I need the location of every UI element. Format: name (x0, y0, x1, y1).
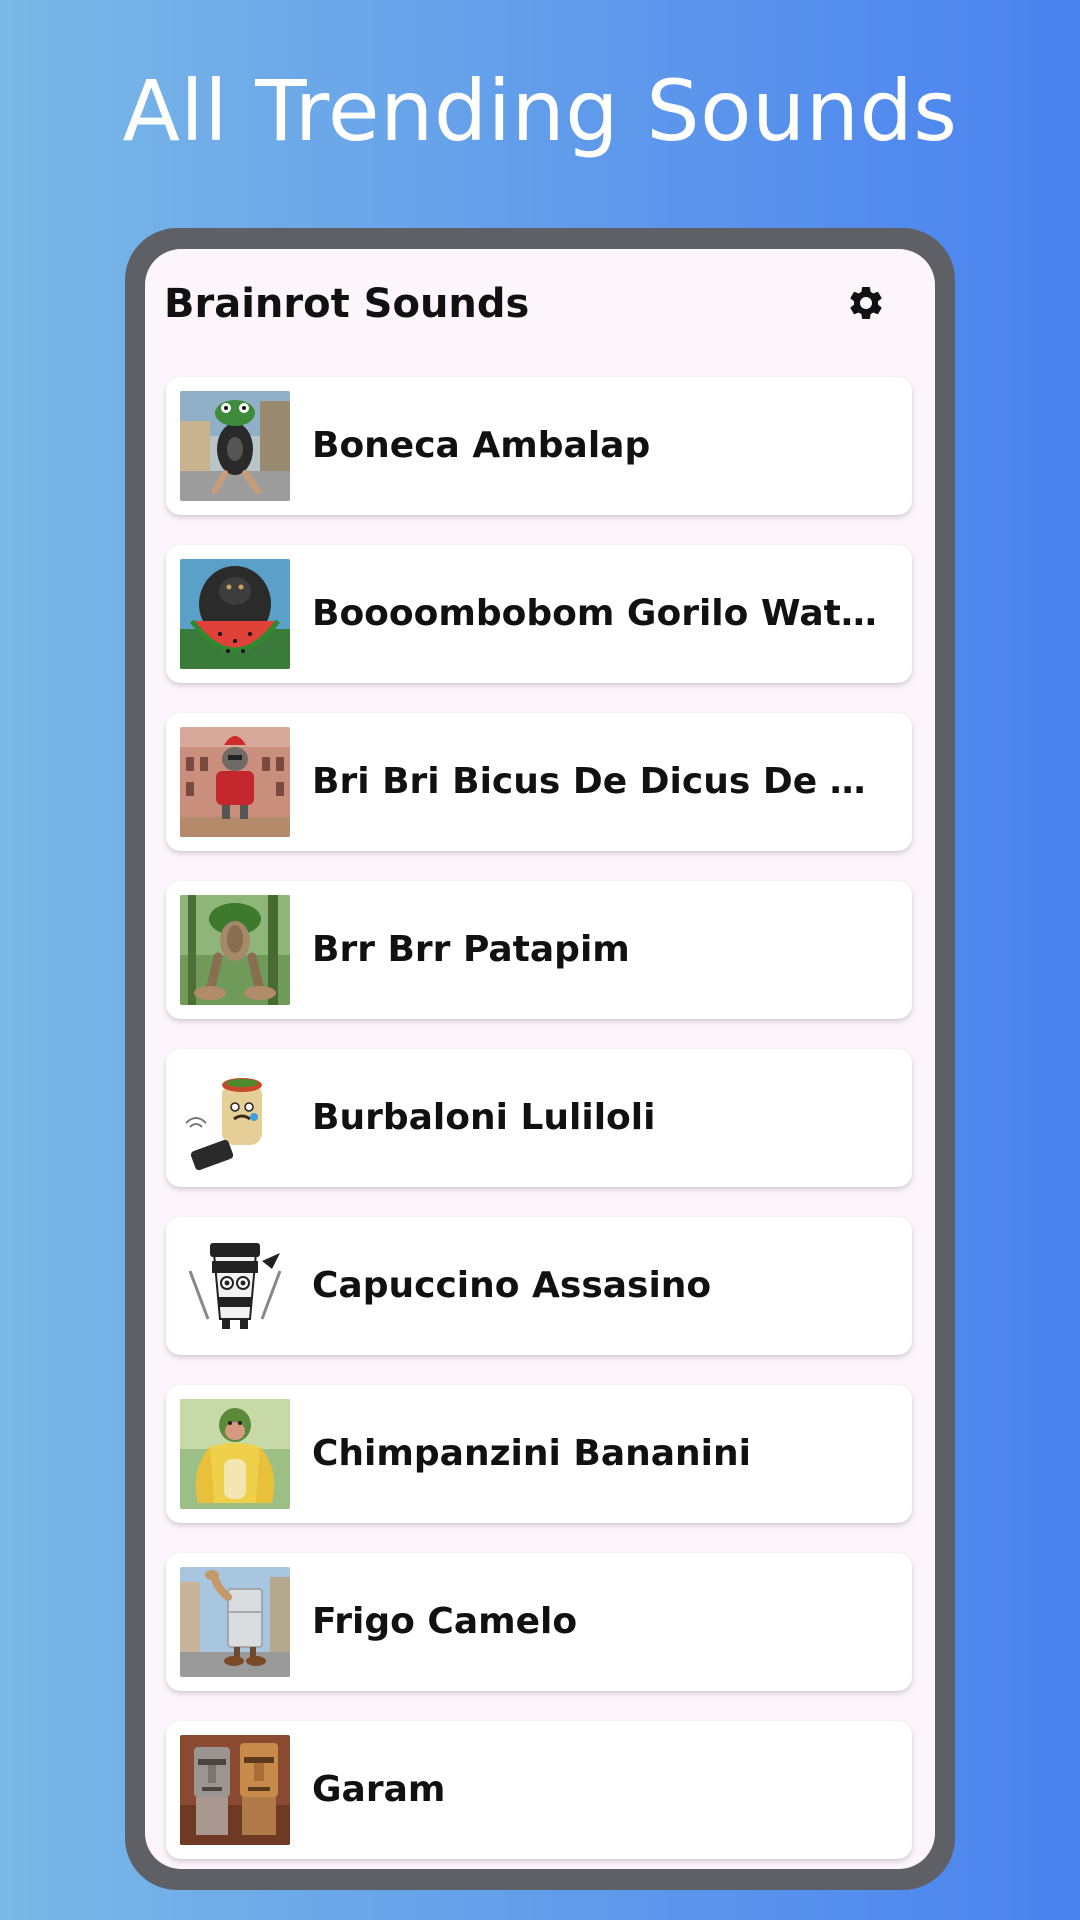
phone-screen: Brainrot Sounds Boneca Ambalap Boooombob… (145, 249, 935, 1869)
sound-item[interactable]: Brr Brr Patapim (166, 881, 912, 1019)
sound-item[interactable]: Boooombobom Gorilo Water… (166, 545, 912, 683)
frog-tire-thumbnail (180, 391, 290, 501)
sound-name: Chimpanzini Bananini (312, 1433, 751, 1474)
stone-heads-thumbnail (180, 1735, 290, 1845)
app-bar: Brainrot Sounds (145, 249, 935, 369)
burrito-phone-thumbnail (180, 1063, 290, 1173)
sound-item[interactable]: Burbaloni Luliloli (166, 1049, 912, 1187)
app-title: Brainrot Sounds (164, 281, 530, 327)
sound-item[interactable]: Frigo Camelo (166, 1553, 912, 1691)
gear-icon (850, 287, 882, 319)
camel-fridge-thumbnail (180, 1567, 290, 1677)
settings-button[interactable] (841, 278, 891, 328)
sound-item[interactable]: Boneca Ambalap (166, 377, 912, 515)
sound-name: Burbaloni Luliloli (312, 1097, 656, 1138)
sound-name: Boooombobom Gorilo Water… (312, 593, 892, 634)
tree-creature-thumbnail (180, 895, 290, 1005)
sound-name: Frigo Camelo (312, 1601, 578, 1642)
sound-name: Boneca Ambalap (312, 425, 651, 466)
sound-name: Capuccino Assasino (312, 1265, 712, 1306)
sound-name: Garam (312, 1769, 446, 1810)
coffee-ninja-thumbnail (180, 1231, 290, 1341)
banner-title: All Trending Sounds (122, 62, 958, 160)
sound-name: Brr Brr Patapim (312, 929, 630, 970)
sound-item[interactable]: Capuccino Assasino (166, 1217, 912, 1355)
sound-name: Bri Bri Bicus De Dicus De Bic… (312, 761, 892, 802)
sound-item[interactable]: Chimpanzini Bananini (166, 1385, 912, 1523)
gorilla-watermelon-thumbnail (180, 559, 290, 669)
roman-soldier-thumbnail (180, 727, 290, 837)
sound-item[interactable]: Garam (166, 1721, 912, 1859)
chimp-banana-thumbnail (180, 1399, 290, 1509)
sound-list: Boneca Ambalap Boooombobom Gorilo Water…… (166, 377, 912, 1869)
sound-item[interactable]: Bri Bri Bicus De Dicus De Bic… (166, 713, 912, 851)
